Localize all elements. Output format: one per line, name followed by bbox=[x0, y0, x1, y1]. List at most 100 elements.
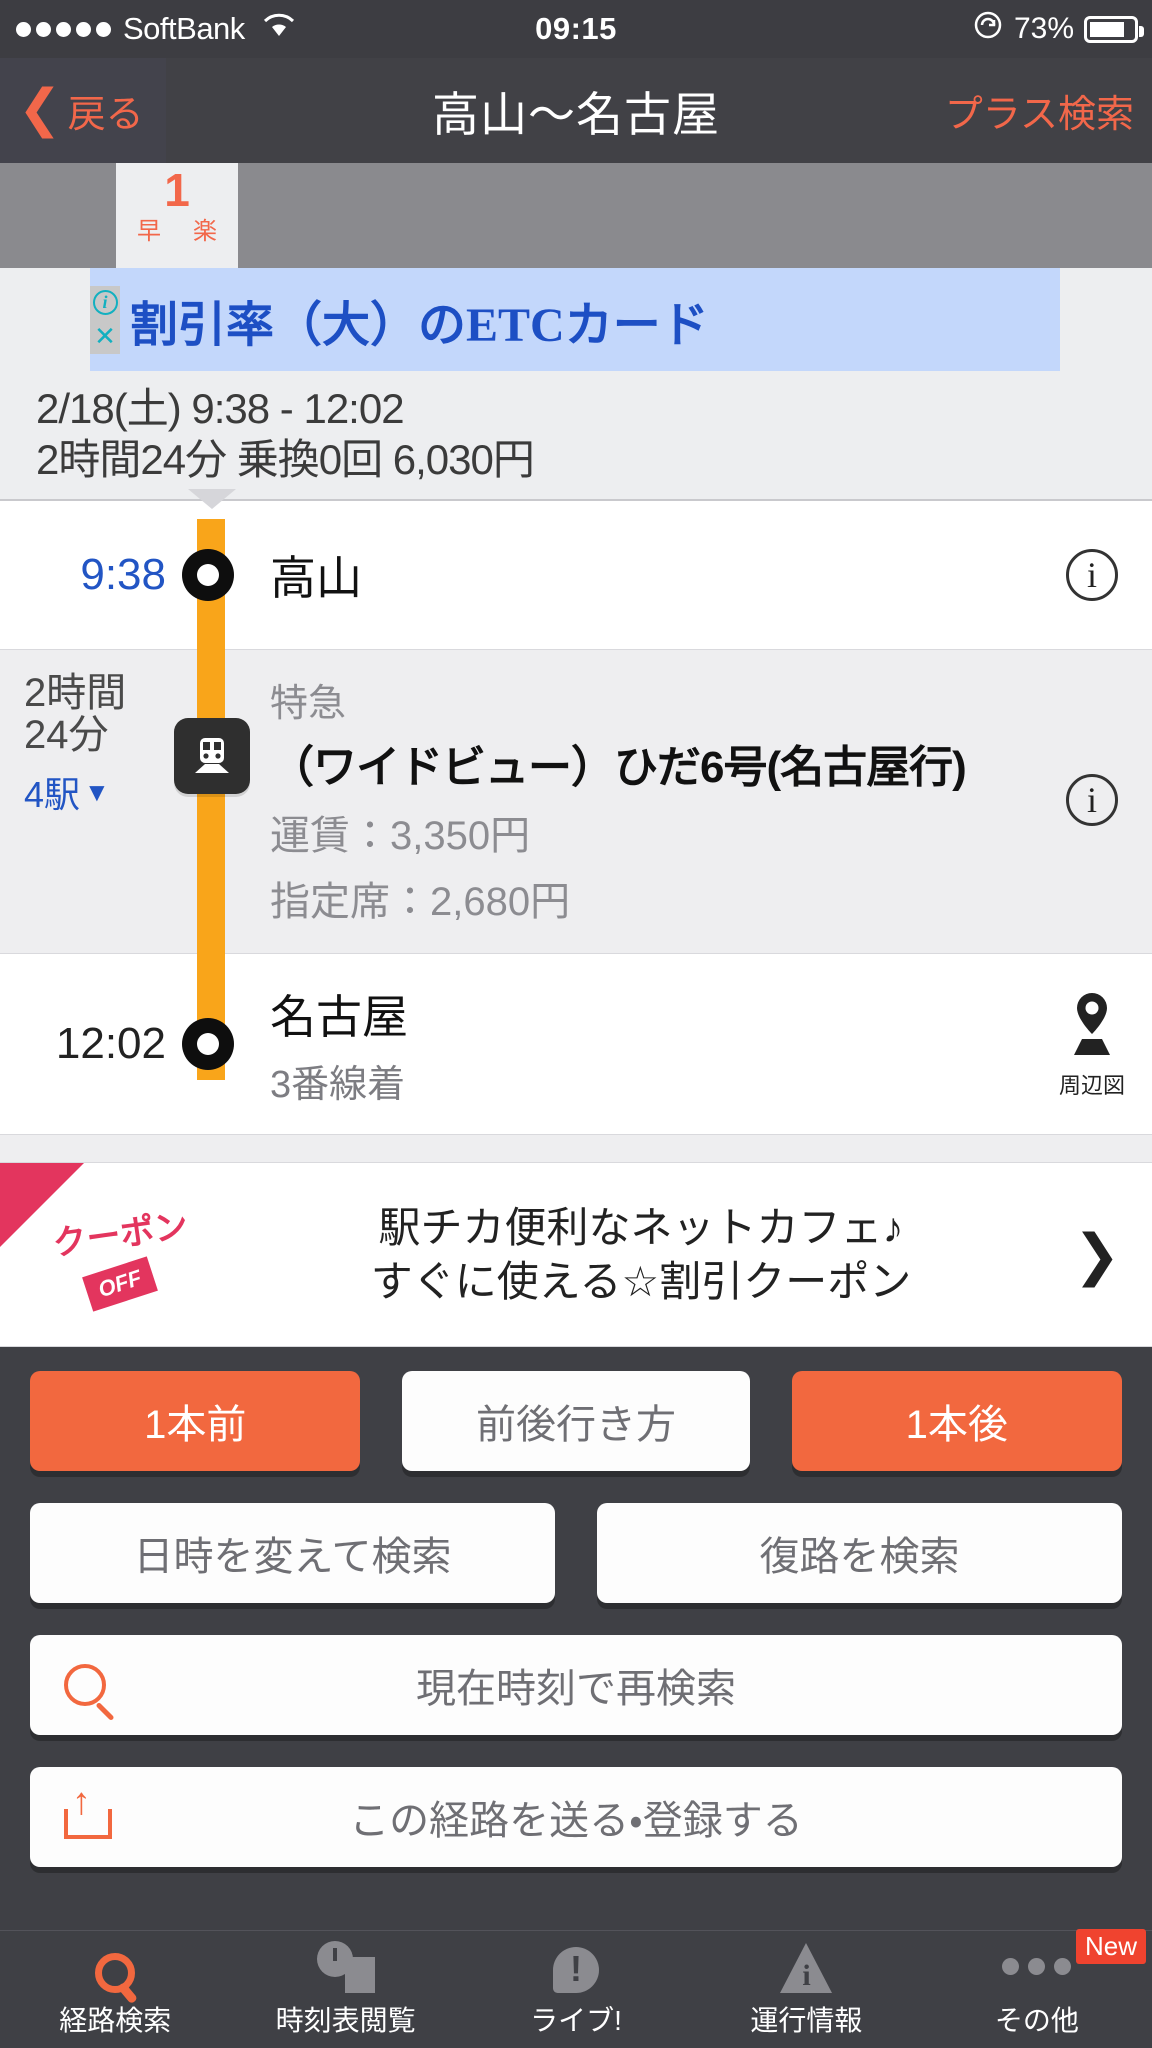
warning-triangle-icon bbox=[780, 1941, 833, 1993]
arrival-station-name: 名古屋 bbox=[270, 990, 408, 1043]
status-bar-left: SoftBank bbox=[0, 11, 295, 47]
tab-flag-fast: 早 bbox=[137, 217, 161, 245]
tab-timetable[interactable]: 時刻表閲覧 bbox=[230, 1931, 460, 2048]
ad-controls: i ✕ bbox=[90, 268, 120, 371]
return-route-search-button[interactable]: 復路を検索 bbox=[597, 1503, 1122, 1604]
info-icon[interactable]: i bbox=[1066, 773, 1118, 826]
timetable-icon bbox=[316, 1940, 375, 1993]
departure-time-col: 9:38 bbox=[0, 550, 180, 600]
action-row-4: この経路を送る・登録する bbox=[30, 1767, 1122, 1868]
share-route-button[interactable]: この経路を送る・登録する bbox=[30, 1767, 1122, 1868]
tab-strip-left-spacer bbox=[0, 163, 116, 268]
back-button-label: 戻る bbox=[67, 94, 144, 136]
ad-banner-wrapper: i ✕ 割引率（大）のETCカード bbox=[0, 268, 1152, 371]
action-row-1: 1本前 前後行き方 1本後 bbox=[30, 1371, 1122, 1472]
route-summary: 2/18(土) 9:38 - 12:02 2時間24分 乗換0回 6,030円 bbox=[0, 371, 1152, 502]
carrier-name: SoftBank bbox=[123, 11, 245, 46]
segment-seat-fare: 指定席：2,680円 bbox=[270, 880, 571, 925]
tab-route-search-label: 経路検索 bbox=[59, 2004, 172, 2036]
back-button[interactable]: ❮ 戻る bbox=[0, 58, 166, 163]
signal-strength-icon bbox=[16, 21, 111, 37]
search-now-button-label: 現在時刻で再検索 bbox=[416, 1667, 736, 1712]
close-icon: ✕ bbox=[94, 321, 116, 351]
coupon-text: 駅チカ便利なネットカフェ♪ すぐに使える☆割引クーポン bbox=[240, 1201, 1042, 1309]
search-now-button[interactable]: 現在時刻で再検索 bbox=[30, 1635, 1122, 1736]
new-badge: New bbox=[1076, 1929, 1147, 1964]
action-panel: 1本前 前後行き方 1本後 日時を変えて検索 復路を検索 現在時刻で再検索 この… bbox=[0, 1347, 1152, 1930]
train-icon bbox=[174, 718, 250, 795]
arrival-time-col: 12:02 bbox=[0, 1019, 180, 1069]
segment-duration-line1: 2時間 bbox=[24, 671, 127, 716]
info-icon[interactable]: i bbox=[1066, 549, 1118, 602]
segment-right-col[interactable]: i bbox=[1032, 672, 1152, 927]
chevron-down-icon: ▼ bbox=[84, 776, 110, 807]
result-tab-strip: 1 早 楽 bbox=[0, 163, 1152, 268]
ad-close-button[interactable]: ✕ bbox=[90, 319, 120, 354]
route-detail: 9:38 高山 i 2時間 24分 4駅 ▼ 特急 （ワイドビュー）ひだ6号(名… bbox=[0, 489, 1152, 1163]
route-rail-line bbox=[197, 519, 225, 1081]
departure-right-col[interactable]: i bbox=[1032, 549, 1152, 602]
result-tab-flags: 早 楽 bbox=[137, 211, 217, 246]
tab-flag-easy: 楽 bbox=[193, 217, 217, 245]
arrival-platform: 3番線着 bbox=[270, 1063, 406, 1106]
share-icon bbox=[64, 1783, 112, 1840]
arrival-time: 12:02 bbox=[55, 1019, 166, 1069]
wifi-icon bbox=[263, 12, 295, 46]
map-button[interactable]: 周辺図 bbox=[1059, 989, 1125, 1100]
route-row-arrival[interactable]: 12:02 名古屋 3番線着 周辺図 bbox=[0, 954, 1152, 1135]
map-button-label: 周辺図 bbox=[1058, 1072, 1125, 1098]
search-icon bbox=[64, 1664, 106, 1707]
coupon-off-tag: OFF bbox=[82, 1256, 158, 1313]
result-tab-1[interactable]: 1 早 楽 bbox=[116, 163, 238, 268]
route-bottom-spacer bbox=[0, 1134, 1152, 1163]
rotation-lock-icon bbox=[972, 9, 1004, 49]
station-node-icon bbox=[182, 549, 234, 602]
tab-service-info[interactable]: 運行情報 bbox=[691, 1931, 921, 2048]
battery-percent: 73% bbox=[1013, 12, 1074, 45]
bottom-tab-bar: 経路検索 時刻表閲覧 ライブ! 運行情報 New その他 bbox=[0, 1929, 1152, 2048]
segment-duration-col: 2時間 24分 4駅 ▼ bbox=[0, 672, 180, 927]
route-row-segment[interactable]: 2時間 24分 4駅 ▼ 特急 （ワイドビュー）ひだ6号(名古屋行) 運賃：3,… bbox=[0, 649, 1152, 955]
summary-caret-icon bbox=[188, 489, 236, 510]
share-route-button-label: この経路を送る・登録する bbox=[349, 1799, 803, 1844]
station-node-icon bbox=[182, 1018, 234, 1071]
around-routes-button[interactable]: 前後行き方 bbox=[402, 1371, 750, 1472]
coupon-banner[interactable]: クーポン OFF 駅チカ便利なネットカフェ♪ すぐに使える☆割引クーポン ❯ bbox=[0, 1162, 1152, 1348]
segment-stations-count: 4駅 bbox=[24, 774, 81, 816]
arrival-right-col[interactable]: 周辺図 bbox=[1032, 989, 1152, 1100]
ad-right-gutter bbox=[1060, 268, 1152, 371]
ad-banner-text: 割引率（大）のETCカード bbox=[130, 298, 709, 352]
segment-train-kind: 特急 bbox=[270, 683, 347, 726]
speech-bubble-alert-icon bbox=[553, 1941, 600, 1993]
tab-more[interactable]: New その他 bbox=[922, 1929, 1152, 2048]
action-row-3: 現在時刻で再検索 bbox=[30, 1635, 1122, 1736]
tab-route-search[interactable]: 経路検索 bbox=[0, 1931, 230, 2048]
prev-train-button[interactable]: 1本前 bbox=[30, 1371, 361, 1472]
departure-station-name: 高山 bbox=[270, 552, 362, 605]
departure-time: 9:38 bbox=[80, 550, 166, 600]
change-datetime-search-button[interactable]: 日時を変えて検索 bbox=[30, 1503, 555, 1604]
search-icon bbox=[95, 1941, 136, 1993]
ellipsis-icon bbox=[1002, 1941, 1072, 1993]
route-row-departure[interactable]: 9:38 高山 i bbox=[0, 501, 1152, 650]
status-bar-right: 73% bbox=[972, 9, 1152, 49]
segment-main-col: 特急 （ワイドビュー）ひだ6号(名古屋行) 運賃：3,350円 指定席：2,68… bbox=[240, 672, 1032, 927]
map-pin-icon bbox=[1064, 989, 1120, 1066]
chevron-right-icon[interactable]: ❯ bbox=[1042, 1222, 1152, 1288]
ad-left-gutter bbox=[0, 268, 90, 371]
next-train-button[interactable]: 1本後 bbox=[791, 1371, 1122, 1472]
segment-stations-toggle[interactable]: 4駅 ▼ bbox=[24, 766, 110, 818]
app-root: SoftBank 09:15 73% ❮ 戻る 高山〜名古屋 プラス検索 1 早 bbox=[0, 0, 1152, 2048]
ad-banner[interactable]: i ✕ 割引率（大）のETCカード bbox=[90, 268, 1060, 371]
arrival-main-col: 名古屋 3番線着 bbox=[240, 981, 1032, 1108]
tab-live[interactable]: ライブ! bbox=[461, 1931, 691, 2048]
action-row-2: 日時を変えて検索 復路を検索 bbox=[30, 1503, 1122, 1604]
segment-train-name: （ワイドビュー）ひだ6号(名古屋行) bbox=[270, 743, 967, 793]
tab-timetable-label: 時刻表閲覧 bbox=[275, 2004, 416, 2036]
ad-info-button[interactable]: i bbox=[90, 285, 120, 320]
coupon-text-line2: すぐに使える☆割引クーポン bbox=[370, 1257, 912, 1305]
route-summary-datetime: 2/18(土) 9:38 - 12:02 bbox=[36, 385, 405, 432]
plus-search-button[interactable]: プラス検索 bbox=[945, 83, 1152, 138]
chevron-left-icon: ❮ bbox=[18, 79, 62, 138]
status-bar: SoftBank 09:15 73% bbox=[0, 0, 1152, 58]
